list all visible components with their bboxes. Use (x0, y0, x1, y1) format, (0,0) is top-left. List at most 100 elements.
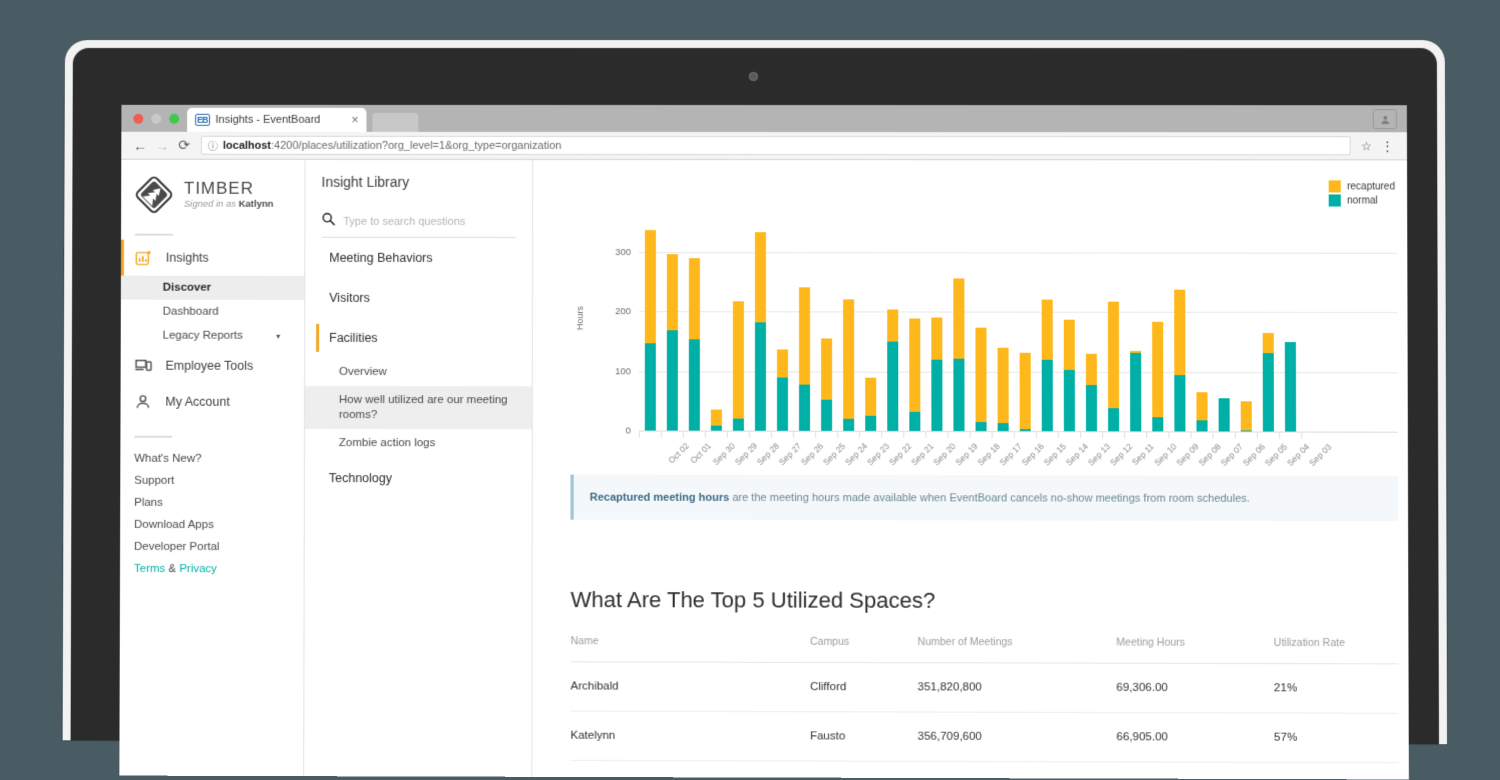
bar-segment-normal[interactable] (688, 339, 699, 431)
site-info-icon[interactable]: ⓘ (208, 138, 218, 153)
bar-segment-normal[interactable] (931, 359, 942, 431)
bar-column[interactable] (1262, 333, 1273, 432)
bar-column[interactable] (1196, 392, 1207, 431)
bar-segment-recaptured[interactable] (1019, 353, 1030, 429)
bar-segment-recaptured[interactable] (1041, 299, 1052, 359)
bar-column[interactable] (1240, 402, 1251, 432)
library-category-technology[interactable]: Technology (305, 458, 532, 499)
bar-column[interactable] (975, 327, 986, 431)
column-header-campus[interactable]: Campus (810, 636, 918, 663)
bar-column[interactable] (799, 288, 810, 431)
window-maximize-button[interactable] (169, 114, 179, 124)
bar-column[interactable] (1284, 342, 1295, 432)
bar-segment-normal[interactable] (754, 323, 765, 431)
bar-segment-recaptured[interactable] (710, 410, 721, 426)
library-item-overview[interactable]: Overview (305, 358, 532, 387)
bar-segment-recaptured[interactable] (688, 258, 699, 339)
library-item-meeting-room-utilization[interactable]: How well utilized are our meeting rooms? (305, 386, 532, 429)
sidebar-link-support[interactable]: Support (120, 470, 304, 492)
bar-segment-recaptured[interactable] (1107, 302, 1118, 408)
bar-column[interactable] (909, 319, 920, 431)
bar-segment-recaptured[interactable] (799, 288, 810, 385)
bar-segment-normal[interactable] (1152, 417, 1163, 431)
table-row[interactable]: KatelynnFausto356,709,60066,905.0057% (570, 711, 1398, 763)
bar-segment-normal[interactable] (975, 422, 986, 431)
bar-segment-recaptured[interactable] (1262, 333, 1273, 353)
library-category-facilities[interactable]: Facilities (305, 318, 532, 358)
bar-column[interactable] (776, 350, 787, 431)
address-bar[interactable]: ⓘ localhost:4200/places/utilization?org_… (201, 136, 1351, 156)
bar-column[interactable] (666, 254, 677, 430)
bar-column[interactable] (953, 278, 964, 431)
sidebar-item-legacy-reports[interactable]: Legacy Reports ▾ (121, 324, 305, 348)
library-category-meeting-behaviors[interactable]: Meeting Behaviors (305, 238, 532, 278)
bar-segment-normal[interactable] (1130, 353, 1141, 431)
bar-column[interactable] (931, 318, 942, 431)
bar-segment-normal[interactable] (1108, 408, 1119, 431)
bar-column[interactable] (1152, 322, 1163, 431)
browser-tab[interactable]: EB Insights - EventBoard × (187, 108, 366, 132)
bar-column[interactable] (1063, 320, 1074, 432)
bar-segment-recaptured[interactable] (909, 319, 920, 412)
sidebar-item-employee-tools[interactable]: Employee Tools (121, 348, 305, 384)
bar-segment-normal[interactable] (1218, 399, 1229, 432)
bar-segment-normal[interactable] (1196, 421, 1207, 432)
browser-menu-icon[interactable]: ⋮ (1376, 141, 1399, 150)
column-header-utilization-rate[interactable]: Utilization Rate (1274, 637, 1399, 664)
bar-column[interactable] (732, 301, 743, 430)
bar-column[interactable] (1019, 353, 1030, 431)
new-tab-button[interactable] (372, 113, 418, 132)
forward-button[interactable]: → (151, 137, 173, 153)
privacy-link[interactable]: Privacy (179, 563, 217, 575)
sidebar-link-whats-new[interactable]: What's New? (120, 448, 304, 470)
bar-column[interactable] (1218, 399, 1229, 432)
bar-segment-recaptured[interactable] (931, 318, 942, 360)
column-header-meeting-hours[interactable]: Meeting Hours (1116, 636, 1274, 663)
bar-segment-recaptured[interactable] (1196, 392, 1207, 421)
bar-segment-normal[interactable] (710, 426, 721, 431)
bar-column[interactable] (754, 232, 765, 430)
bar-segment-normal[interactable] (1262, 353, 1273, 431)
legend-item-recaptured[interactable]: recaptured (1329, 180, 1395, 192)
column-header-name[interactable]: Name (571, 635, 811, 662)
bar-segment-recaptured[interactable] (732, 301, 743, 418)
sidebar-link-download-apps[interactable]: Download Apps (120, 514, 304, 536)
bar-column[interactable] (843, 300, 854, 431)
bar-segment-recaptured[interactable] (1063, 320, 1074, 370)
library-category-visitors[interactable]: Visitors (305, 278, 532, 318)
bar-column[interactable] (997, 348, 1008, 432)
bar-segment-recaptured[interactable] (865, 377, 876, 415)
sidebar-link-developer-portal[interactable]: Developer Portal (120, 536, 304, 558)
bar-segment-recaptured[interactable] (1174, 289, 1185, 374)
bookmark-star-icon[interactable]: ☆ (1357, 139, 1376, 153)
back-button[interactable]: ← (129, 137, 151, 153)
bar-segment-normal[interactable] (997, 423, 1008, 431)
bar-segment-recaptured[interactable] (887, 309, 898, 341)
bar-segment-normal[interactable] (887, 341, 898, 430)
bar-segment-normal[interactable] (843, 419, 854, 431)
search-box[interactable] (321, 212, 516, 238)
bar-segment-recaptured[interactable] (1085, 354, 1096, 384)
bar-segment-normal[interactable] (1085, 385, 1096, 432)
sidebar-item-my-account[interactable]: My Account (120, 384, 304, 420)
bar-segment-recaptured[interactable] (644, 230, 655, 343)
bar-segment-recaptured[interactable] (776, 350, 787, 378)
bar-segment-normal[interactable] (799, 385, 810, 431)
table-row[interactable]: ArchibaldClifford351,820,80069,306.0021% (570, 662, 1398, 713)
bar-column[interactable] (1085, 354, 1096, 431)
sidebar-item-discover[interactable]: Discover (121, 276, 304, 300)
bar-segment-normal[interactable] (1240, 430, 1251, 431)
bar-column[interactable] (1174, 289, 1185, 431)
bar-segment-recaptured[interactable] (754, 232, 765, 323)
bar-segment-normal[interactable] (732, 418, 743, 431)
bar-segment-recaptured[interactable] (975, 327, 986, 422)
bar-segment-normal[interactable] (909, 412, 920, 431)
window-minimize-button[interactable] (151, 114, 161, 124)
tab-close-icon[interactable]: × (347, 113, 358, 127)
sidebar-item-dashboard[interactable]: Dashboard (121, 300, 304, 324)
sidebar-item-insights[interactable]: Insights (121, 240, 304, 276)
sidebar-link-plans[interactable]: Plans (120, 492, 304, 514)
bar-segment-normal[interactable] (666, 330, 677, 430)
search-input[interactable] (341, 214, 516, 228)
bar-segment-recaptured[interactable] (666, 254, 677, 330)
